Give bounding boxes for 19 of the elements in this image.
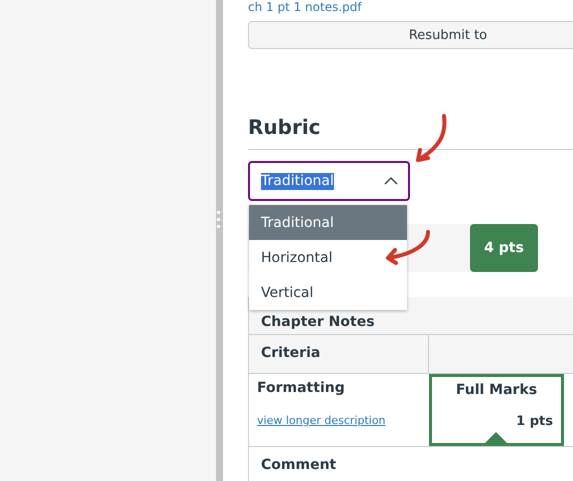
points-badge: 4 pts [470,224,538,272]
attachment-link[interactable]: ch 1 pt 1 notes.pdf [248,0,573,16]
criterion-name: Formatting [256,379,346,396]
resubmit-button[interactable]: Resubmit to [248,21,573,49]
annotation-arrow [386,230,430,265]
caret-icon [384,177,398,185]
dropdown-option[interactable]: Traditional [249,205,407,240]
rubric-heading: Rubric [248,115,573,150]
comment-label: Comment [260,456,338,475]
description-link[interactable]: view longer description [257,414,386,427]
select-value: Traditional [261,172,334,190]
grip-icon[interactable] [217,210,222,230]
column-header: Criteria [260,344,322,363]
dropdown-option[interactable]: Horizontal [249,240,407,275]
dropdown-option[interactable]: Vertical [249,275,407,310]
rating-cell[interactable]: Full Marks 1 pts [429,374,564,446]
annotation-arrow [416,114,446,162]
selected-pointer-icon [484,432,508,444]
view-select[interactable]: Traditional [248,161,410,201]
